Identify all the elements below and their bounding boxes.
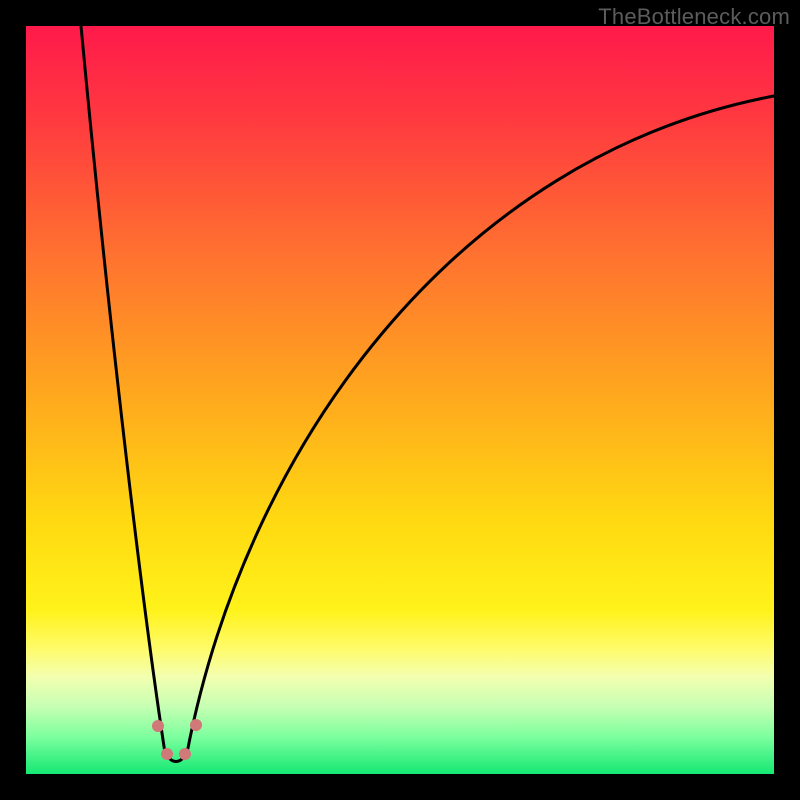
- marker-dot-left-inner: [161, 748, 173, 760]
- plot-svg: [26, 26, 774, 774]
- marker-dot-right-inner: [179, 748, 191, 760]
- series-left-curve: [81, 26, 165, 753]
- plot-frame: [26, 26, 774, 774]
- series-right-curve: [187, 96, 774, 753]
- chart-stage: TheBottleneck.com: [0, 0, 800, 800]
- marker-dot-left-outer: [152, 720, 164, 732]
- marker-dot-right-outer: [190, 719, 202, 731]
